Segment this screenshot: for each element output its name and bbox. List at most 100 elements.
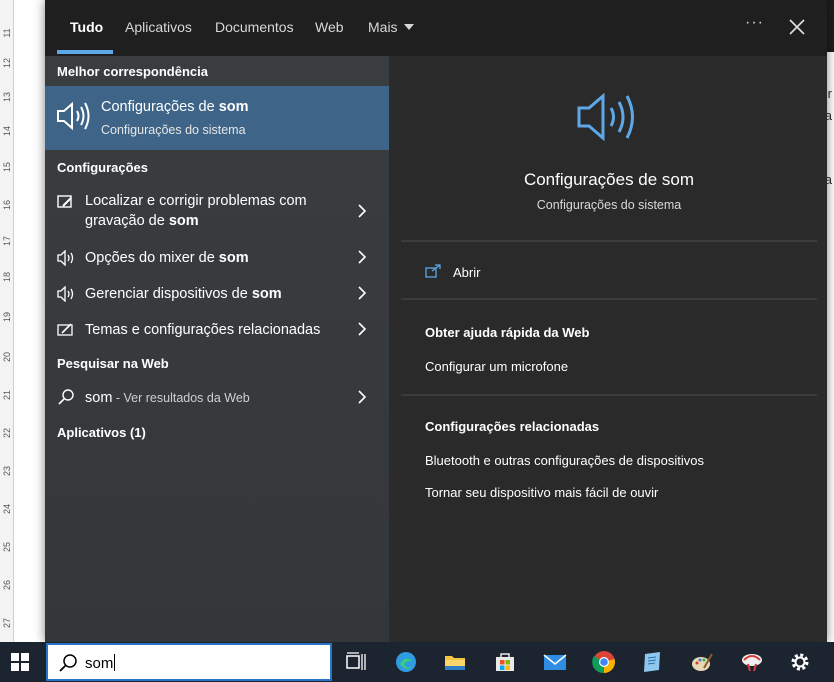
related-link-hearing[interactable]: Tornar seu dispositivo mais fácil de ouv… — [425, 485, 658, 500]
more-options-button[interactable]: ··· — [745, 14, 764, 32]
search-icon — [59, 654, 77, 672]
search-window: Tudo Aplicativos Documentos Web Mais ···… — [45, 0, 827, 642]
web-search-heading: Pesquisar na Web — [57, 356, 169, 371]
label-text: Gerenciar dispositivos de — [85, 286, 252, 302]
themes-icon — [57, 323, 73, 336]
background-dark-bar — [826, 0, 834, 52]
close-icon[interactable] — [785, 15, 809, 39]
ruler-number: 17 — [2, 236, 12, 247]
snipping-tool-icon[interactable] — [740, 650, 764, 674]
web-query: som — [85, 390, 113, 406]
text-cursor — [114, 654, 116, 671]
open-icon — [425, 264, 441, 278]
label-bold: som — [218, 250, 249, 266]
ruler-number: 27 — [2, 618, 12, 629]
settings-item-troubleshoot[interactable]: Localizar e corrigir problemas com gravaç… — [45, 186, 389, 236]
open-action[interactable]: Abrir — [453, 265, 480, 280]
chevron-right-icon — [358, 204, 367, 218]
mail-icon[interactable] — [543, 650, 567, 674]
chrome-icon[interactable] — [592, 650, 616, 674]
settings-heading: Configurações — [57, 160, 149, 175]
related-link-bluetooth[interactable]: Bluetooth e outras configurações de disp… — [425, 453, 704, 468]
vertical-ruler: 11 12 13 14 15 16 17 18 19 20 21 22 23 2… — [0, 0, 14, 642]
settings-icon[interactable] — [788, 650, 812, 674]
best-match-title-text: Configurações de — [101, 99, 219, 115]
speaker-icon — [57, 286, 74, 302]
tab-documents[interactable]: Documentos — [215, 19, 294, 35]
best-match-title-bold: som — [218, 99, 249, 115]
task-view-icon[interactable] — [344, 650, 368, 674]
ruler-number: 16 — [2, 200, 12, 211]
tab-more-label: Mais — [368, 19, 398, 35]
label-text: Opções do mixer de — [85, 250, 219, 266]
tab-all[interactable]: Tudo — [70, 19, 103, 35]
divider — [401, 240, 817, 242]
chevron-right-icon — [358, 286, 367, 300]
label-text: Temas e configurações relacionadas — [85, 322, 321, 338]
speaker-icon — [577, 92, 634, 142]
ruler-number: 14 — [2, 126, 12, 137]
settings-item-label: Gerenciar dispositivos de som — [85, 284, 345, 304]
ruler-number: 21 — [2, 390, 12, 401]
web-help-heading: Obter ajuda rápida da Web — [425, 325, 590, 340]
settings-item-label: Temas e configurações relacionadas — [85, 320, 345, 340]
label-line2: gravação de — [85, 213, 169, 229]
web-search-label: som - Ver resultados da Web — [85, 388, 345, 408]
label-bold: som — [168, 213, 199, 229]
label-line1: Localizar e corrigir problemas com — [85, 193, 307, 209]
results-pane: Melhor correspondência Configurações de … — [45, 56, 389, 642]
divider — [401, 394, 817, 396]
tab-apps[interactable]: Aplicativos — [125, 19, 192, 35]
search-icon — [58, 389, 74, 405]
tab-web[interactable]: Web — [315, 19, 344, 35]
ruler-number: 24 — [2, 504, 12, 515]
chevron-right-icon — [358, 390, 367, 404]
ruler-number: 26 — [2, 580, 12, 591]
active-tab-indicator — [57, 50, 113, 54]
tab-more[interactable]: Mais — [368, 19, 414, 35]
ruler-number: 11 — [2, 28, 12, 38]
ruler-number: 23 — [2, 466, 12, 477]
ruler-number: 19 — [2, 312, 12, 323]
settings-item-label: Opções do mixer de som — [85, 248, 345, 268]
label-bold: som — [251, 286, 282, 302]
ruler-number: 20 — [2, 352, 12, 363]
divider — [401, 298, 817, 300]
search-tabs-bar: Tudo Aplicativos Documentos Web Mais ··· — [45, 0, 827, 56]
chevron-down-icon — [403, 24, 414, 30]
file-explorer-icon[interactable] — [443, 650, 467, 674]
windows-start-icon[interactable] — [10, 652, 30, 672]
edge-icon[interactable] — [394, 650, 418, 674]
settings-item-mixer[interactable]: Opções do mixer de som — [45, 244, 389, 272]
web-search-item[interactable]: som - Ver resultados da Web — [45, 384, 389, 412]
ruler-number: 22 — [2, 428, 12, 439]
taskbar-search-input[interactable]: som — [46, 643, 332, 681]
ruler-number: 18 — [2, 272, 12, 283]
web-help-link[interactable]: Configurar um microfone — [425, 359, 568, 374]
web-suffix: - Ver resultados da Web — [112, 391, 250, 405]
microsoft-store-icon[interactable] — [493, 650, 517, 674]
preview-title: Configurações de som — [523, 170, 695, 189]
best-match-subtitle: Configurações do sistema — [101, 123, 246, 137]
search-query-text: som — [85, 655, 114, 672]
settings-item-themes[interactable]: Temas e configurações relacionadas — [45, 316, 389, 344]
preview-pane: Configurações de som Configurações do si… — [401, 66, 817, 642]
search-query: som — [85, 654, 116, 672]
ruler-number: 15 — [2, 162, 12, 173]
best-match-heading: Melhor correspondência — [57, 64, 208, 79]
chevron-right-icon — [358, 322, 367, 336]
notepad-icon[interactable] — [640, 650, 664, 674]
chevron-right-icon — [358, 250, 367, 264]
related-settings-heading: Configurações relacionadas — [425, 419, 600, 434]
taskbar: som — [0, 642, 834, 682]
speaker-icon — [57, 250, 74, 266]
preview-subtitle: Configurações do sistema — [536, 198, 682, 212]
best-match-title: Configurações de som — [101, 99, 249, 115]
paint-icon[interactable] — [690, 650, 714, 674]
settings-item-label: Localizar e corrigir problemas com gravaç… — [85, 191, 345, 231]
settings-item-devices[interactable]: Gerenciar dispositivos de som — [45, 280, 389, 308]
best-match-item[interactable]: Configurações de som Configurações do si… — [45, 86, 389, 150]
apps-heading[interactable]: Aplicativos (1) — [57, 425, 146, 440]
ruler-number: 13 — [2, 92, 12, 103]
ruler-number: 25 — [2, 542, 12, 553]
